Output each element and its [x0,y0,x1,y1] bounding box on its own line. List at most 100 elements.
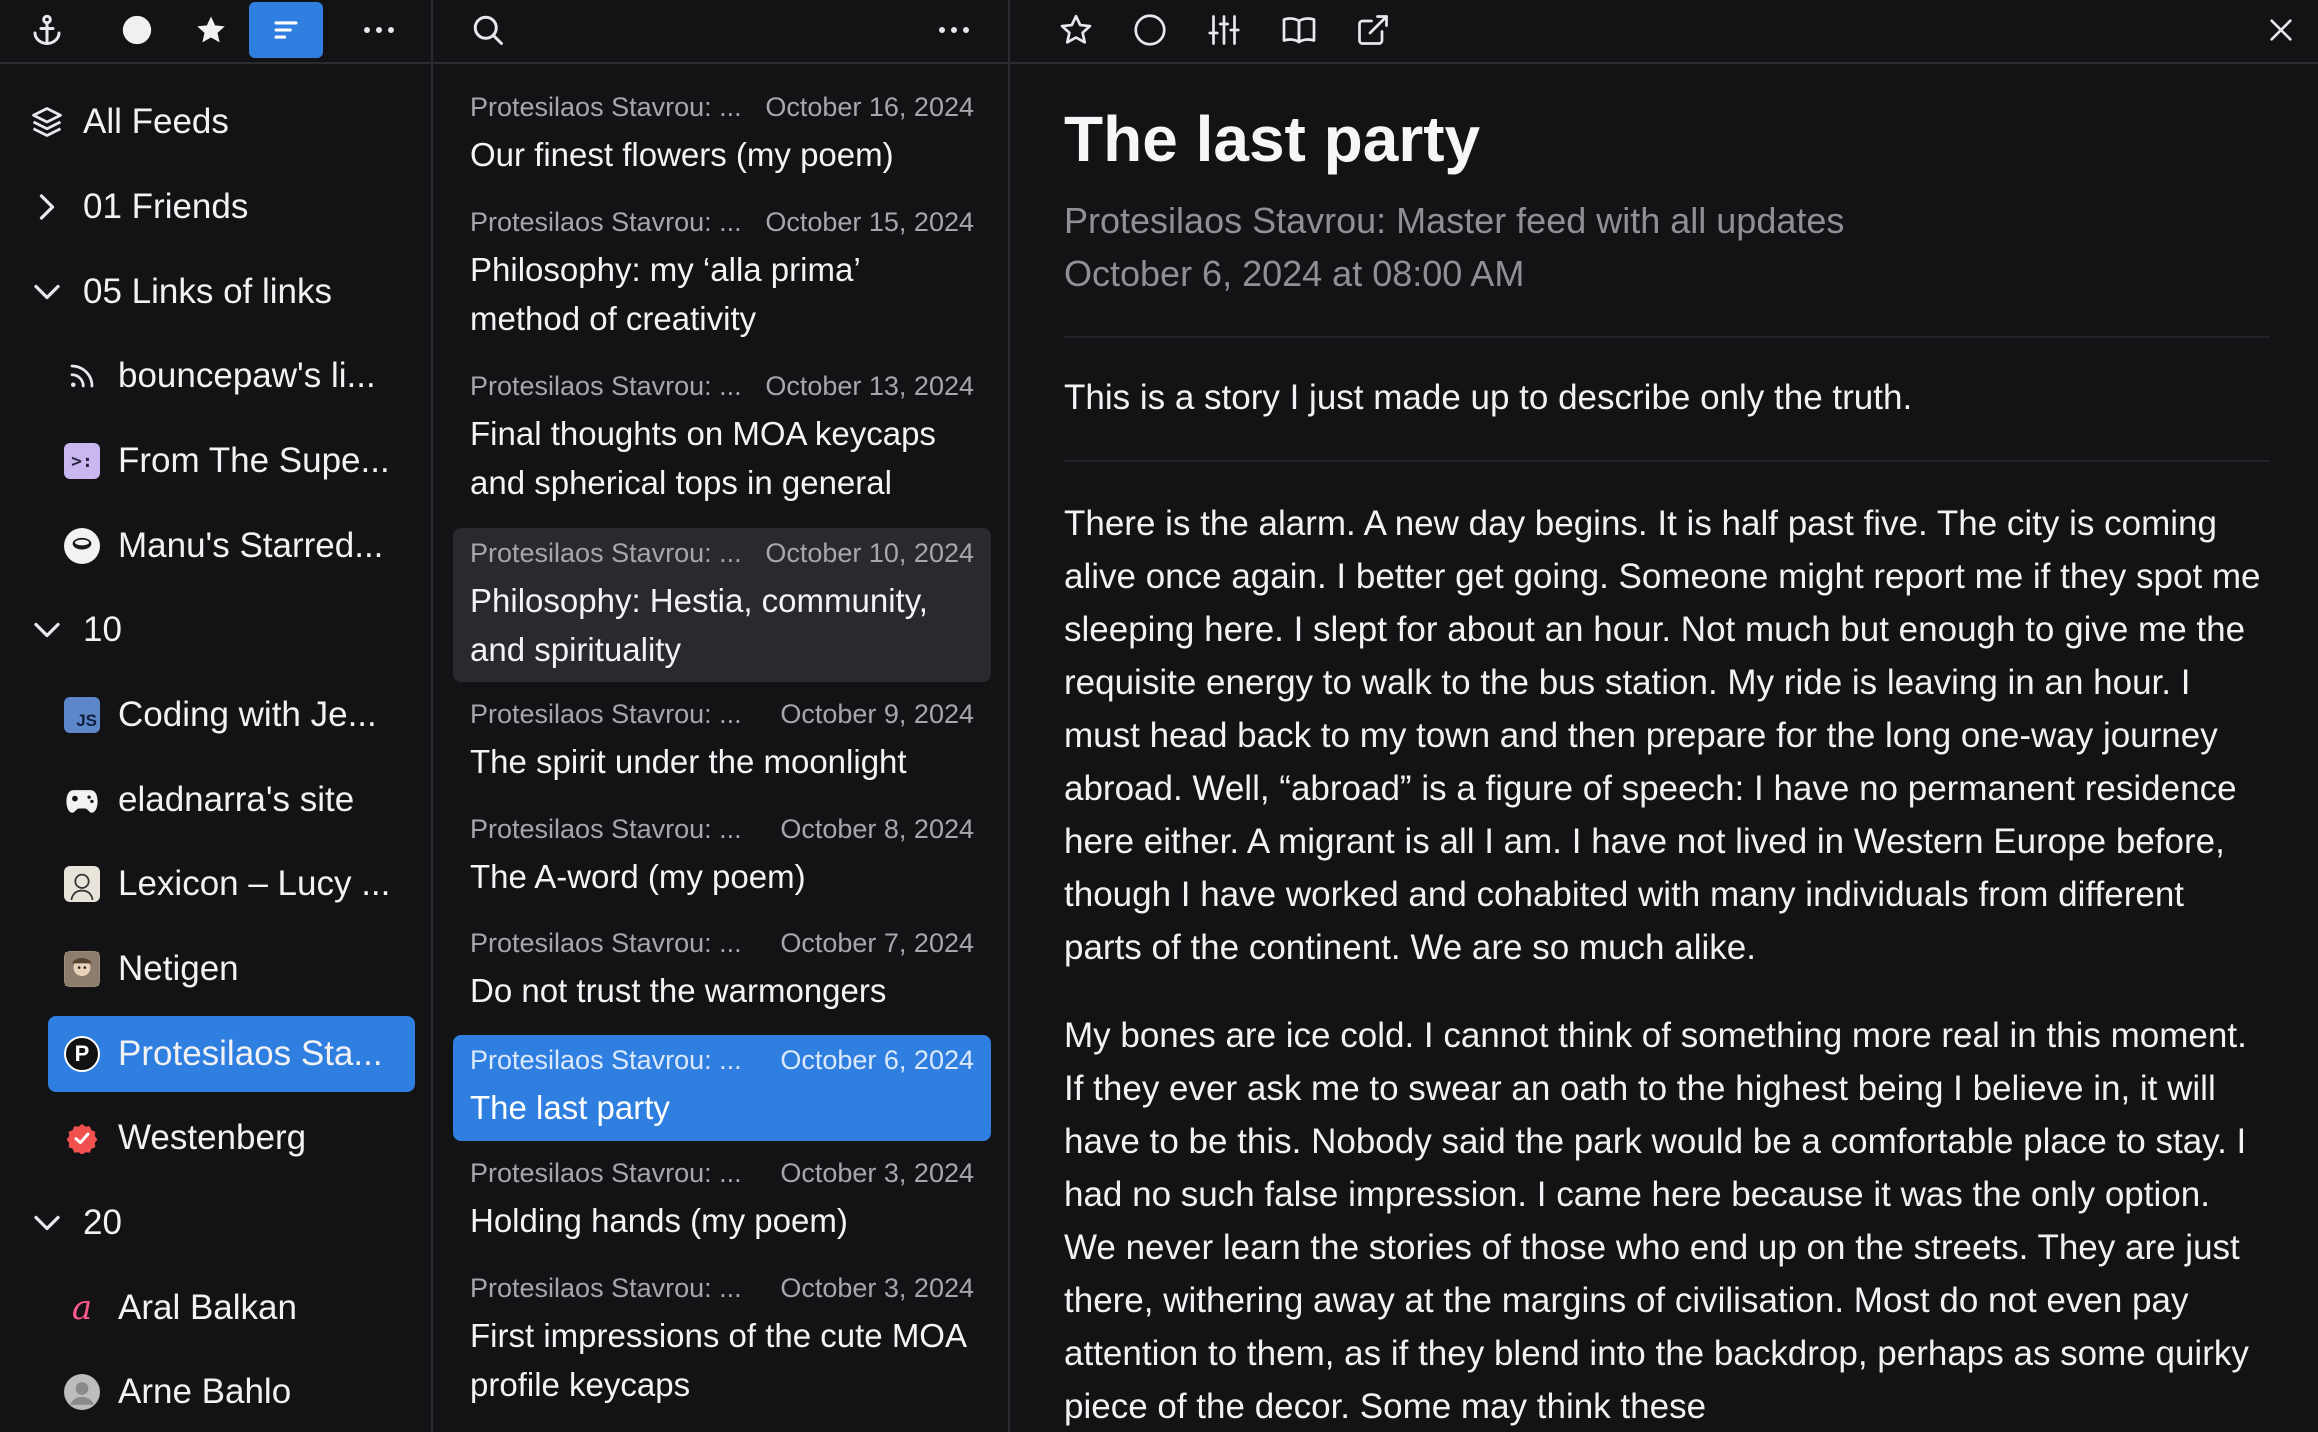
article-source: Protesilaos Stavrou: ... [470,699,742,729]
feed-label: Lexicon – Lucy ... [118,864,391,903]
article-item-selected[interactable]: Protesilaos Stavrou: ... October 6, 2024 … [453,1035,991,1141]
feed-manus-starred[interactable]: Manu's Starred... [0,508,431,584]
article-source: Protesilaos Stavrou: ... [470,371,742,401]
protesilaos-favicon-icon: P [64,1036,100,1072]
anchor-icon[interactable] [22,2,72,58]
folder-label: 10 [83,610,122,649]
feed-label: From The Supe... [118,441,390,480]
more-icon[interactable] [929,2,979,58]
external-link-icon[interactable] [1348,2,1398,58]
folder-label: 05 Links of links [83,272,333,311]
article-date: October 10, 2024 [765,538,974,568]
article-heading: The last party [1064,103,1481,175]
feed-netigen[interactable]: Netigen [0,931,431,1007]
feed-label: Coding with Je... [118,695,377,734]
article-date: October 8, 2024 [780,814,974,844]
feed-protesilaos-stavrou[interactable]: P Protesilaos Sta... [48,1016,415,1092]
article-source: Protesilaos Stavrou: ... [470,207,742,237]
article-item[interactable]: Protesilaos Stavrou: ... October 10, 2024… [453,528,991,682]
article-source: Protesilaos Stavrou: ... [470,538,742,568]
folder-05-links-of-links[interactable]: 05 Links of links [0,254,431,330]
feed-from-the-super[interactable]: >: From The Supe... [0,423,431,499]
article-date: October 15, 2024 [765,207,974,237]
article-date: October 9, 2024 [780,699,974,729]
article-title: The spirit under the moonlight [470,743,907,780]
reader-view-book-icon[interactable] [1274,2,1324,58]
article-item[interactable]: Protesilaos Stavrou: ... October 9, 2024 … [453,689,991,795]
feed-label: Netigen [118,949,239,988]
article-item[interactable]: Protesilaos Stavrou: ... October 13, 2024… [453,361,991,520]
article-title: Philosophy: my ‘alla prima’ method of cr… [470,251,860,337]
article-date: October 3, 2024 [780,1158,974,1188]
divider [1064,336,2270,338]
feed-label: bouncepaw's li... [118,356,376,395]
folder-label: 20 [83,1203,122,1242]
feed-coding-with-je[interactable]: JS Coding with Je... [0,677,431,753]
unread-filter-icon[interactable] [112,2,162,58]
js-favicon-icon: JS [64,697,100,733]
article-title: Our finest flowers (my poem) [470,136,894,173]
manu-favicon-icon [64,528,100,564]
article-date: October 13, 2024 [765,371,974,401]
reader-toolbar [1010,0,2318,64]
article-title: Philosophy: Hestia, community, and spiri… [470,582,928,668]
feed-label: Westenberg [118,1118,307,1157]
feed-bouncepaw[interactable]: bouncepaw's li... [0,338,431,414]
article-source: Protesilaos Stavrou: ... [470,1158,742,1188]
article-item[interactable]: Protesilaos Stavrou: ... October 3, 2024 … [453,1148,991,1254]
article-source: Protesilaos Stavrou: ... [470,1273,742,1303]
article-feed-name[interactable]: Protesilaos Stavrou: Master feed with al… [1064,200,1844,242]
sidebar-item-all-feeds[interactable]: All Feeds [0,84,431,160]
chevron-down-icon[interactable] [32,277,62,307]
more-icon[interactable] [354,2,404,58]
sidebar: All Feeds 01 Friends 05 Links of links b… [0,0,433,1432]
article-item[interactable]: Protesilaos Stavrou: ... October 3, 2024 … [453,1263,991,1422]
article-paragraph: My bones are ice cold. I cannot think of… [1064,1016,2249,1426]
chevron-right-icon[interactable] [32,192,62,222]
article-item[interactable]: Protesilaos Stavrou: ... October 8, 2024 … [453,804,991,910]
list-view-icon[interactable] [249,2,323,58]
article-source: Protesilaos Stavrou: ... [470,92,742,122]
article-item[interactable]: Protesilaos Stavrou: ... October 15, 2024… [453,197,991,356]
folder-10[interactable]: 10 [0,592,431,668]
rss-icon [64,358,100,394]
article-lede: This is a story I just made up to descri… [1064,378,1913,417]
folder-20[interactable]: 20 [0,1185,431,1261]
feed-westenberg[interactable]: Westenberg [0,1100,431,1176]
gamepad-favicon-icon [64,782,100,818]
folder-01-friends[interactable]: 01 Friends [0,169,431,245]
feed-aral-balkan[interactable]: a Aral Balkan [0,1270,431,1346]
article-item[interactable]: Protesilaos Stavrou: ... October 7, 2024 … [453,918,991,1024]
article-paragraph: There is the alarm. A new day begins. It… [1064,504,2261,967]
article-date: October 16, 2024 [765,92,974,122]
verified-badge-icon [64,1120,100,1156]
chevron-down-icon[interactable] [32,1208,62,1238]
script-a-favicon-icon: a [71,1288,93,1328]
article-title: Final thoughts on MOA keycaps and spheri… [470,415,936,501]
article-source: Protesilaos Stavrou: ... [470,1045,742,1075]
search-icon[interactable] [463,2,513,58]
article-source: Protesilaos Stavrou: ... [470,814,742,844]
chevron-down-icon[interactable] [32,615,62,645]
article-item[interactable]: Protesilaos Stavrou: ... October 16, 2024… [453,82,991,192]
starred-filter-icon[interactable] [186,2,236,58]
folder-label: 01 Friends [83,187,249,226]
unread-circle-icon[interactable] [1125,2,1175,58]
terminal-favicon-icon: >: [64,443,100,479]
article-date: October 3, 2024 [780,1273,974,1303]
feed-label: Arne Bahlo [118,1372,292,1411]
feed-eladnarra[interactable]: eladnarra's site [0,762,431,838]
sliders-icon[interactable] [1199,2,1249,58]
netigen-favicon-icon [64,951,100,987]
article-title: First impressions of the cute MOA profil… [470,1317,966,1403]
feed-label: Manu's Starred... [118,526,384,565]
feed-lexicon-lucy[interactable]: Lexicon – Lucy ... [0,846,431,922]
article-datetime: October 6, 2024 at 08:00 AM [1064,253,1525,294]
article-title: The last party [470,1089,670,1126]
divider [1064,460,2270,462]
close-icon[interactable] [2256,2,2306,58]
article-source: Protesilaos Stavrou: ... [470,928,742,958]
article-date: October 6, 2024 [780,1045,974,1075]
feed-arne-bahlo[interactable]: Arne Bahlo [0,1354,431,1430]
star-outline-icon[interactable] [1051,2,1101,58]
